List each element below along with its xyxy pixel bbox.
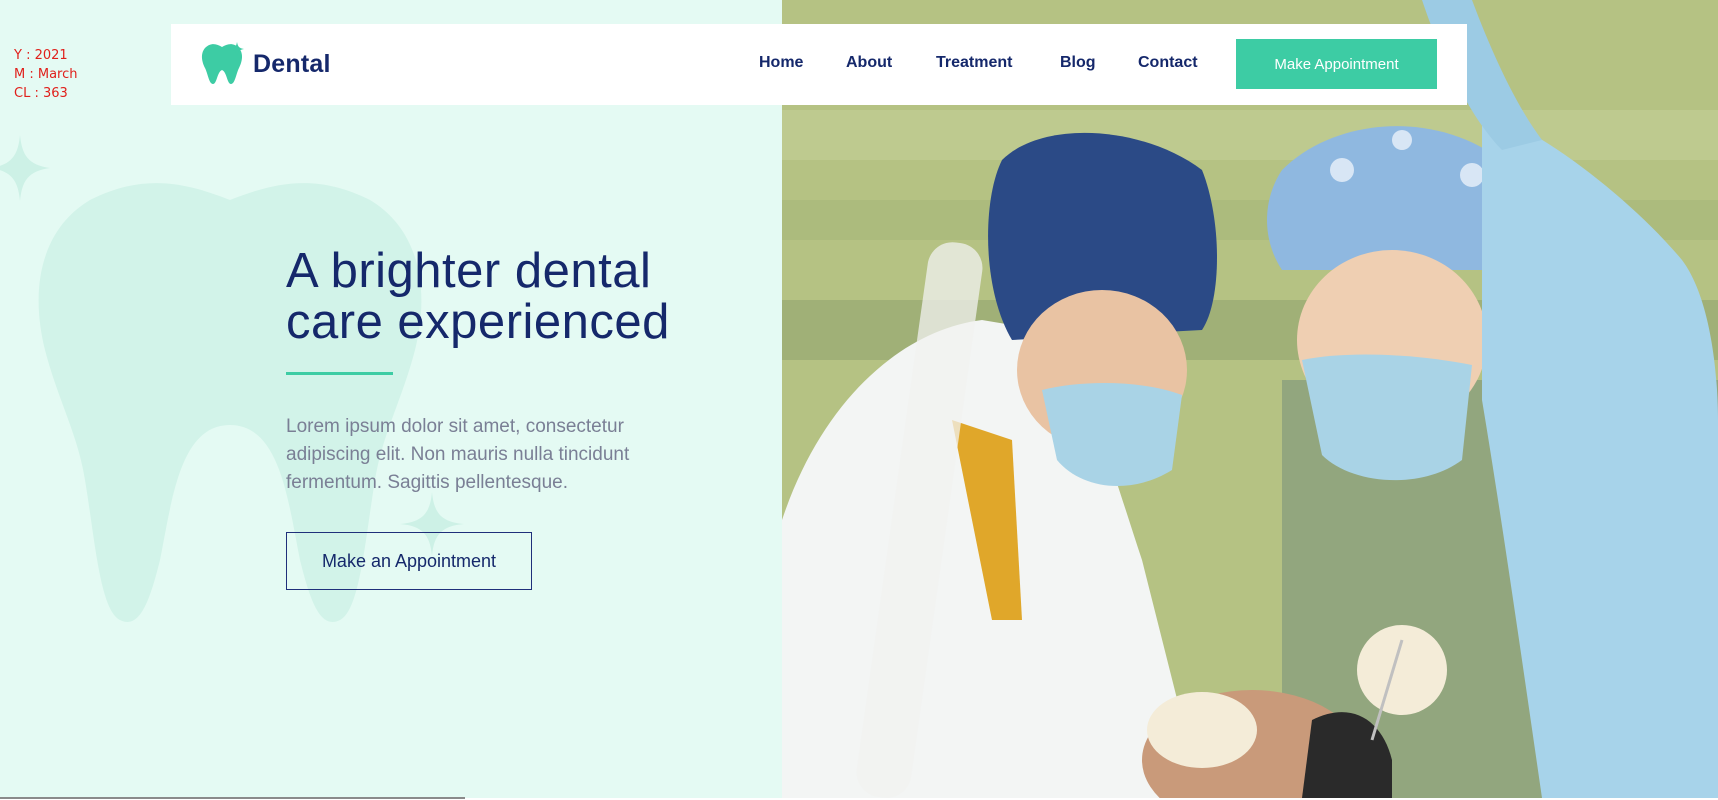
hero-desc-line: Lorem ipsum dolor sit amet, consectetur <box>286 416 624 437</box>
sparkle-icon <box>0 135 50 201</box>
hero-desc-line: fermentum. Sagittis pellentesque. <box>286 472 568 493</box>
hero-title-line: care experienced <box>286 295 670 349</box>
nav-blog[interactable]: Blog <box>1060 54 1096 72</box>
meta-year: Y : 2021 <box>14 48 68 63</box>
brand-logo[interactable]: Dental <box>199 42 331 86</box>
dentists-photo-illustration <box>782 0 1718 798</box>
hero-desc-line: adipiscing elit. Non mauris nulla tincid… <box>286 444 630 465</box>
progress-line <box>0 797 465 799</box>
hero-left-panel <box>0 0 782 798</box>
make-appointment-button[interactable]: Make Appointment <box>1236 39 1437 89</box>
hero-photo <box>782 0 1718 798</box>
title-underline <box>286 372 393 375</box>
meta-month: M : March <box>14 67 78 82</box>
make-an-appointment-button[interactable]: Make an Appointment <box>286 532 532 590</box>
nav-home[interactable]: Home <box>759 54 803 72</box>
nav-about[interactable]: About <box>846 54 892 72</box>
brand-name: Dental <box>253 49 331 78</box>
site-header: Dental Home About Treatment Blog Contact… <box>171 24 1467 105</box>
nav-treatment[interactable]: Treatment <box>936 54 1012 72</box>
hero-title: A brighter dental care experienced <box>286 246 756 348</box>
tooth-logo-icon <box>201 42 244 84</box>
hero-title-line: A brighter dental <box>286 244 652 298</box>
debug-meta: Y : 2021 M : March CL : 363 <box>14 46 78 103</box>
nav-contact[interactable]: Contact <box>1138 54 1198 72</box>
hero-description: Lorem ipsum dolor sit amet, consectetur … <box>286 413 706 497</box>
meta-cl: CL : 363 <box>14 86 68 101</box>
